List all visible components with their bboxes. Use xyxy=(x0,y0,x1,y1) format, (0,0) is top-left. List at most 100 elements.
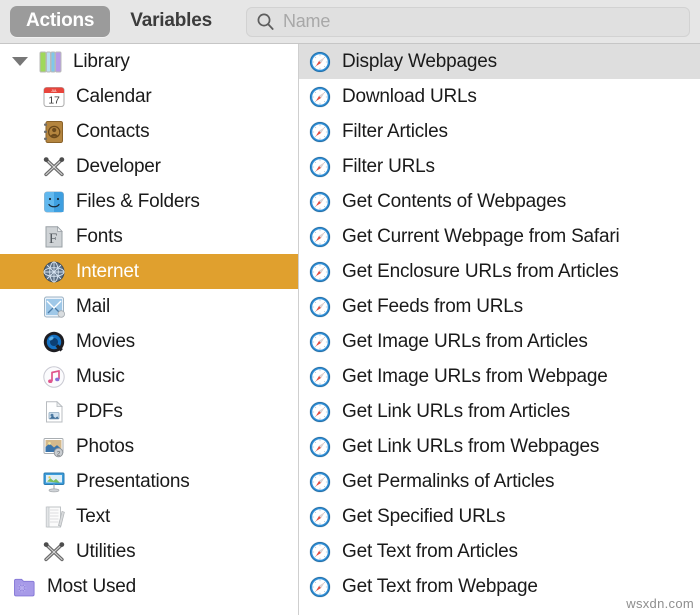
action-list-item[interactable]: Filter Articles xyxy=(299,114,700,149)
library-sidebar[interactable]: Library JUL 17 Calendar Contacts Developer Fil… xyxy=(0,44,299,615)
textedit-icon xyxy=(41,504,67,530)
safari-compass-icon xyxy=(308,120,332,144)
action-list-item[interactable]: Get Text from Articles xyxy=(299,534,700,569)
library-books-icon xyxy=(38,49,64,75)
sidebar-item-most-used[interactable]: Most Used xyxy=(0,569,298,604)
sidebar-item-label: Calendar xyxy=(76,85,152,107)
sidebar-item-text[interactable]: Text xyxy=(0,499,298,534)
safari-compass-icon xyxy=(308,225,332,249)
developer-tools-icon xyxy=(41,154,67,180)
action-list-item[interactable]: Display Webpages xyxy=(299,44,700,79)
view-segmented-control[interactable]: Actions Variables xyxy=(10,6,228,37)
globe-icon xyxy=(41,259,67,285)
svg-text:17: 17 xyxy=(48,94,60,106)
action-item-label: Get Enclosure URLs from Articles xyxy=(342,260,619,282)
safari-compass-icon xyxy=(308,260,332,284)
action-item-label: Get Permalinks of Articles xyxy=(342,470,555,492)
finder-icon xyxy=(41,189,67,215)
mail-icon xyxy=(41,294,67,320)
sidebar-item-presentations[interactable]: Presentations xyxy=(0,464,298,499)
safari-compass-icon xyxy=(308,295,332,319)
sidebar-item-files-folders[interactable]: Files & Folders xyxy=(0,184,298,219)
safari-compass-icon xyxy=(308,435,332,459)
action-item-label: Filter URLs xyxy=(342,155,435,177)
action-list-item[interactable]: Filter URLs xyxy=(299,149,700,184)
action-item-label: Get Image URLs from Articles xyxy=(342,330,588,352)
action-item-label: Get Feeds from URLs xyxy=(342,295,523,317)
search-input[interactable]: Name xyxy=(245,6,690,37)
sidebar-item-label: Photos xyxy=(76,435,134,457)
action-list-item[interactable]: Get Current Webpage from Safari xyxy=(299,219,700,254)
sidebar-item-label: Most Used xyxy=(47,575,137,597)
sidebar-item-label: Contacts xyxy=(76,120,150,142)
sidebar-item-label: Internet xyxy=(76,260,139,282)
disclosure-triangle-icon[interactable] xyxy=(12,57,28,66)
action-list-item[interactable]: Get Contents of Webpages xyxy=(299,184,700,219)
search-placeholder: Name xyxy=(282,11,331,31)
sidebar-list: Library JUL 17 Calendar Contacts Developer Fil… xyxy=(0,44,298,604)
svg-text:JUL: JUL xyxy=(51,89,57,93)
action-item-label: Get Specified URLs xyxy=(342,505,506,527)
safari-compass-icon xyxy=(308,365,332,389)
sidebar-item-developer[interactable]: Developer xyxy=(0,149,298,184)
sidebar-item-library[interactable]: Library xyxy=(0,44,298,79)
safari-compass-icon xyxy=(308,400,332,424)
safari-compass-icon xyxy=(308,505,332,529)
sidebar-item-label: Presentations xyxy=(76,470,190,492)
calendar-icon: JUL 17 xyxy=(41,84,67,110)
sidebar-item-fonts[interactable]: F Fonts xyxy=(0,219,298,254)
smart-folder-icon xyxy=(12,574,38,600)
safari-compass-icon xyxy=(308,155,332,179)
action-item-label: Get Text from Articles xyxy=(342,540,518,562)
sidebar-item-label: PDFs xyxy=(76,400,123,422)
action-list-item[interactable]: Get Permalinks of Articles xyxy=(299,464,700,499)
action-list-item[interactable]: Get Link URLs from Webpages xyxy=(299,429,700,464)
itunes-note-icon xyxy=(41,364,67,390)
safari-compass-icon xyxy=(308,470,332,494)
sidebar-item-internet[interactable]: Internet xyxy=(0,254,298,289)
watermark: wsxdn.com xyxy=(626,596,694,611)
sidebar-item-label: Text xyxy=(76,505,111,527)
action-item-label: Get Current Webpage from Safari xyxy=(342,225,620,247)
action-list-item[interactable]: Get Image URLs from Webpage xyxy=(299,359,700,394)
action-item-label: Get Link URLs from Articles xyxy=(342,400,570,422)
action-list-item[interactable]: Get Specified URLs xyxy=(299,499,700,534)
tab-variables[interactable]: Variables xyxy=(114,6,228,37)
sidebar-item-mail[interactable]: Mail xyxy=(0,289,298,324)
sidebar-item-label: Fonts xyxy=(76,225,123,247)
pdf-document-icon xyxy=(41,399,67,425)
actions-list-pane[interactable]: Display Webpages Download URLs Filter Arti… xyxy=(299,44,700,615)
sidebar-item-pdfs[interactable]: PDFs xyxy=(0,394,298,429)
tab-actions[interactable]: Actions xyxy=(10,6,111,37)
action-list-item[interactable]: Get Image URLs from Articles xyxy=(299,324,700,359)
action-list-item[interactable]: Get Link URLs from Articles xyxy=(299,394,700,429)
action-item-label: Get Link URLs from Webpages xyxy=(342,435,600,457)
action-list-item[interactable]: Get Enclosure URLs from Articles xyxy=(299,254,700,289)
sidebar-item-utilities[interactable]: Utilities xyxy=(0,534,298,569)
sidebar-item-label: Library xyxy=(73,50,130,72)
sidebar-item-label: Developer xyxy=(76,155,161,177)
sidebar-item-label: Files & Folders xyxy=(76,190,200,212)
action-item-label: Get Image URLs from Webpage xyxy=(342,365,608,387)
safari-compass-icon xyxy=(308,85,332,109)
sidebar-item-label: Mail xyxy=(76,295,111,317)
quicktime-icon xyxy=(41,329,67,355)
toolbar: Actions Variables Name xyxy=(0,0,700,44)
sidebar-item-photos[interactable]: 2 Photos xyxy=(0,429,298,464)
action-item-label: Download URLs xyxy=(342,85,477,107)
action-item-label: Filter Articles xyxy=(342,120,448,142)
action-list-item[interactable]: Get Feeds from URLs xyxy=(299,289,700,324)
safari-compass-icon xyxy=(308,330,332,354)
sidebar-item-calendar[interactable]: JUL 17 Calendar xyxy=(0,79,298,114)
sidebar-item-movies[interactable]: Movies xyxy=(0,324,298,359)
sidebar-item-music[interactable]: Music xyxy=(0,359,298,394)
developer-tools-icon xyxy=(41,539,67,565)
fontbook-icon: F xyxy=(41,224,67,250)
sidebar-item-label: Music xyxy=(76,365,125,387)
content-panes: Library JUL 17 Calendar Contacts Developer Fil… xyxy=(0,44,700,615)
action-list-item[interactable]: Download URLs xyxy=(299,79,700,114)
sidebar-item-contacts[interactable]: Contacts xyxy=(0,114,298,149)
sidebar-item-label: Utilities xyxy=(76,540,136,562)
svg-text:F: F xyxy=(49,231,57,247)
safari-compass-icon xyxy=(308,50,332,74)
